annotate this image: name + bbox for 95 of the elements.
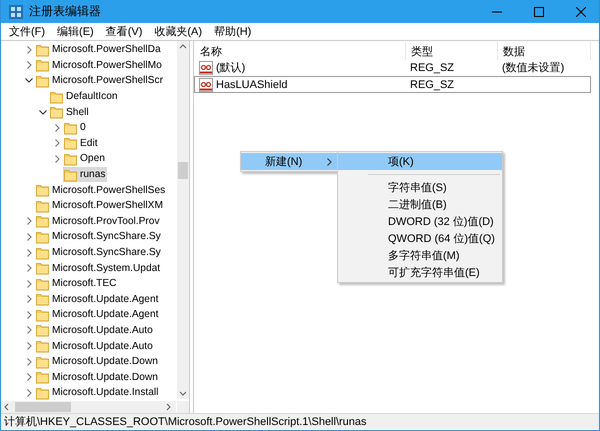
tree-item[interactable]: Microsoft.PowerShellScr [35,73,165,88]
folder-icon [36,74,49,88]
folder-icon [64,152,77,166]
folder-icon [36,198,49,213]
folder-icon [36,214,49,228]
chevron-right-icon[interactable] [26,342,32,350]
menu-item[interactable]: 帮助(H) [208,23,258,40]
folder-icon [50,105,63,120]
folder-icon [36,323,49,338]
tree-item[interactable]: Microsoft.SyncShare.Sy [35,229,163,244]
menu-item[interactable]: 文件(F) [3,23,52,40]
folder-icon [36,370,49,384]
menu-item[interactable]: 多字符串值(M) [338,247,502,264]
folder-icon [36,230,49,244]
folder-icon [36,58,49,72]
tree-item[interactable]: Microsoft.SyncShare.Sy [35,245,163,260]
chevron-down-icon[interactable] [39,110,47,115]
tree-item[interactable]: Microsoft.PowerShellMo [35,58,164,73]
tree-item[interactable]: Microsoft.Update.Auto [35,322,155,338]
tree-item[interactable]: DefaultIcon [49,89,120,104]
close-icon [576,6,586,16]
chevron-right-icon[interactable] [54,124,60,132]
folder-icon [64,168,77,182]
tree-item[interactable]: 0 [63,120,88,136]
folder-icon [36,183,49,198]
chevron-right-icon[interactable] [54,154,60,163]
chevron-down-icon[interactable] [25,78,33,84]
menu-item[interactable]: 查看(V) [100,23,148,40]
maximize-icon [534,6,544,16]
string-value-icon [199,60,213,74]
value-type: REG_SZ [409,62,456,74]
registry-app-icon [9,4,23,18]
folder-icon [36,261,49,276]
window-title: 注册表编辑器 [29,3,102,20]
chevron-right-icon[interactable] [26,388,32,397]
folder-icon [36,42,49,57]
tree-item[interactable]: Microsoft.TEC [35,276,119,292]
string-value-icon [199,78,213,92]
menu-item[interactable]: 项(K) [338,153,502,170]
tree-item[interactable]: Microsoft.ProvTool.Prov [35,214,162,229]
chevron-right-icon[interactable] [26,61,32,70]
chevron-right-icon[interactable] [26,217,32,226]
chevron-right-icon[interactable] [26,280,32,288]
chevron-right-icon[interactable] [26,232,32,241]
chevron-right-icon[interactable] [26,264,32,272]
tree-item[interactable]: Microsoft.PowerShellXM [35,198,165,214]
tree-item[interactable]: Microsoft.System.Updat [35,260,162,276]
value-name: HasLUAShield [216,78,288,90]
menu-item[interactable]: 二进制值(B) [338,196,502,213]
chevron-right-icon[interactable] [26,248,32,257]
folder-icon [64,136,77,150]
chevron-right-icon[interactable] [26,373,32,382]
tree-item[interactable]: Microsoft.Update.Auto [35,338,155,354]
folder-icon [64,120,77,135]
chevron-right-icon[interactable] [54,139,60,148]
value-row[interactable]: HasLUAShield REG_SZ [194,76,591,93]
tree-item[interactable]: Microsoft.Update.Down [35,354,160,370]
menu-item[interactable]: DWORD (32 位)值(D) [338,213,502,230]
folder-icon [36,339,49,354]
chevron-right-icon[interactable] [26,310,32,319]
menu-item[interactable]: 编辑(E) [51,23,100,40]
menu-item[interactable]: 新建(N) [241,153,338,170]
tree-item[interactable]: Microsoft.PowerShellSes [35,182,168,198]
tree-item[interactable]: Edit [63,136,100,151]
tree-item[interactable]: Open [63,151,107,166]
folder-icon [36,246,49,260]
menu-item[interactable]: 可扩充字符串值(E) [338,264,502,281]
folder-icon [36,292,49,306]
tree-item[interactable]: runas [63,167,108,182]
tree-item[interactable]: Microsoft.PowerShellDa [35,42,163,58]
folder-icon [36,354,49,369]
tree-item[interactable]: Microsoft.Update.Down [35,370,160,385]
column-header[interactable]: 数据 [498,42,591,60]
chevron-right-icon[interactable] [26,358,32,366]
tree-item[interactable]: Microsoft.Update.Install [35,385,160,400]
chevron-right-icon[interactable] [26,295,32,304]
tree-item[interactable]: Microsoft.Update.Agent [35,307,160,322]
chevron-right-icon[interactable] [26,326,32,334]
tree-item[interactable]: Shell [49,104,91,120]
menu-item[interactable]: QWORD (64 位)值(Q) [338,230,502,247]
folder-icon [50,90,63,104]
tree-item[interactable]: Microsoft.Update.Agent [35,292,160,307]
column-header[interactable]: 类型 [406,42,498,60]
column-header[interactable]: 名称 [195,42,406,60]
chevron-right-icon[interactable] [26,46,32,54]
menu-item[interactable]: 字符串值(S) [338,179,502,196]
status-path: 计算机\HKEY_CLASSES_ROOT\Microsoft.PowerShellScript.1\Shell\runas [4,414,367,429]
value-name: (默认) [216,61,246,75]
value-row[interactable]: (默认) REG_SZ (数值未设置) [194,59,591,76]
folder-icon [36,308,49,322]
menu-item[interactable]: 收藏夹(A) [148,23,208,40]
value-data: (数值未设置) [501,61,566,75]
folder-icon [36,276,49,291]
folder-icon [36,386,49,400]
value-type: REG_SZ [409,78,456,90]
